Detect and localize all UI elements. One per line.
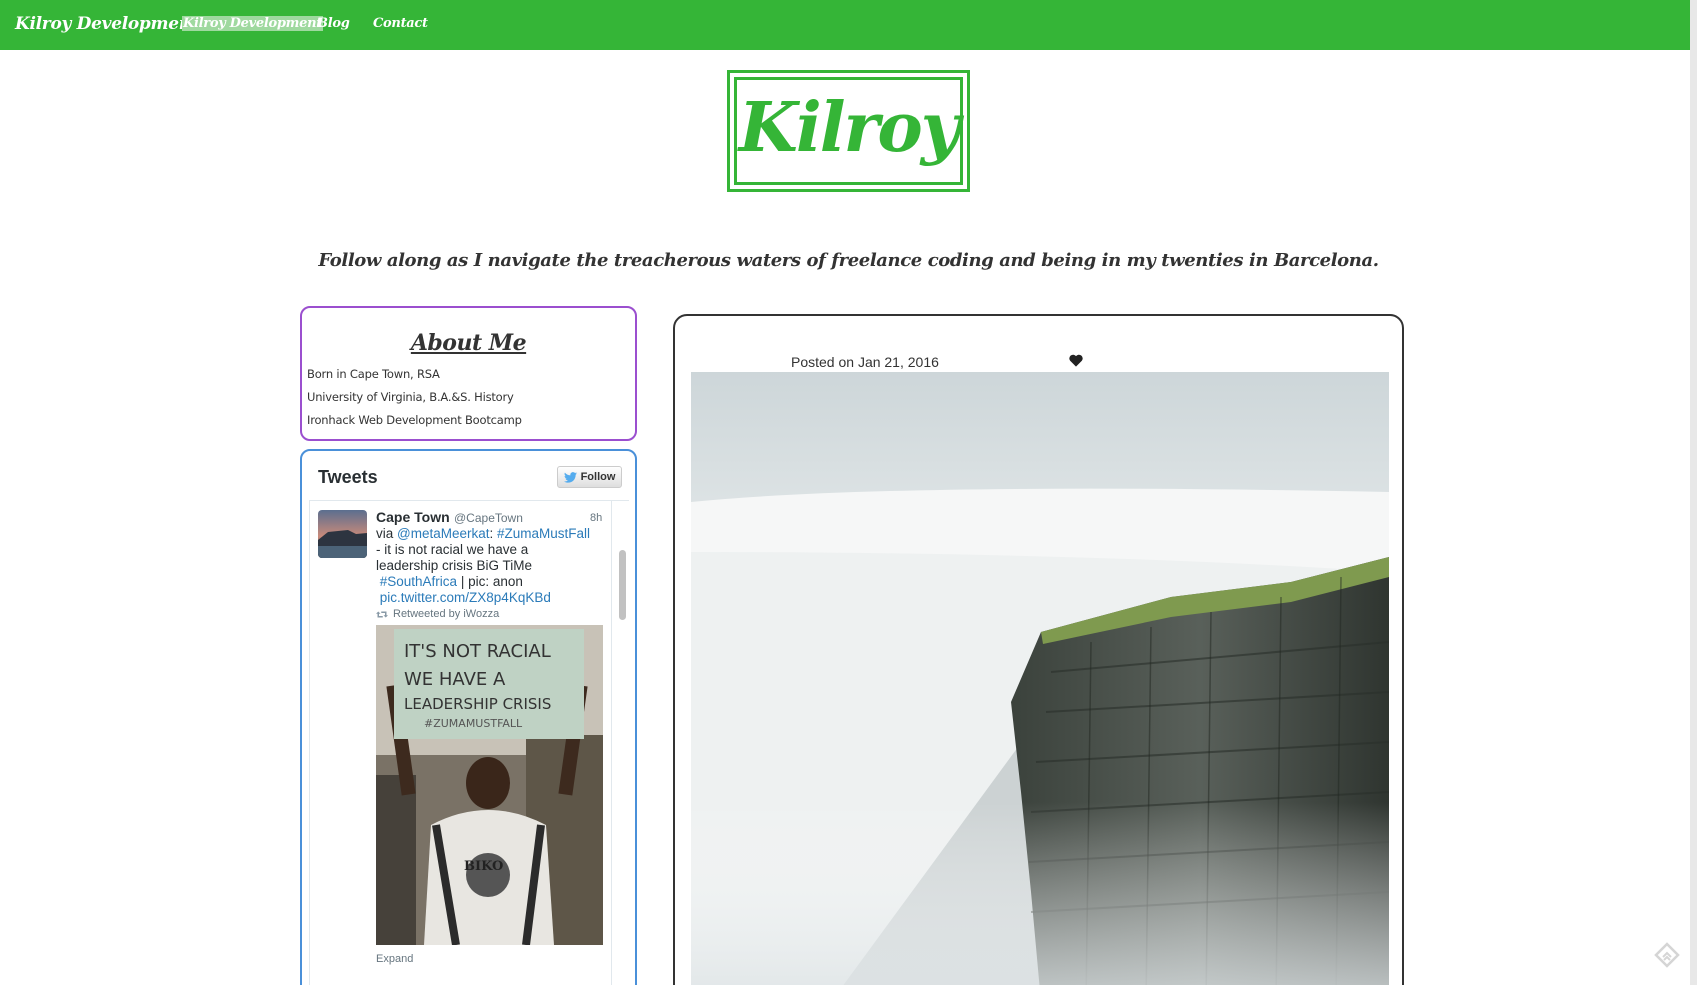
tweets-scroll-thumb[interactable] — [619, 550, 626, 620]
page-scrollbar[interactable] — [1690, 0, 1697, 985]
tweet-author-handle[interactable]: @CapeTown — [454, 511, 523, 525]
post-date: Posted on Jan 21, 2016 — [791, 354, 939, 370]
cliff-above-clouds-image — [691, 372, 1389, 985]
protest-photo-image: IT'S NOT RACIAL WE HAVE A LEADERSHIP CRI… — [376, 625, 603, 945]
follow-label: Follow — [580, 471, 616, 483]
sign-line: IT'S NOT RACIAL — [404, 641, 551, 662]
tweet-author-name[interactable]: Cape Town — [376, 509, 450, 525]
nav-link-blog[interactable]: Blog — [317, 0, 350, 50]
retweet-indicator: Retweeted by iWozza — [376, 608, 499, 620]
about-line-university: University of Virginia, B.A.&S. History — [307, 390, 514, 404]
blog-post-card: Posted on Jan 21, 2016 — [673, 314, 1404, 985]
about-line-birthplace: Born in Cape Town, RSA — [307, 367, 440, 381]
site-logo[interactable]: Kilroy — [727, 70, 970, 192]
expand-tweet-link[interactable]: Expand — [376, 953, 413, 965]
post-image[interactable] — [691, 372, 1389, 985]
about-me-card: About Me Born in Cape Town, RSA Universi… — [300, 306, 637, 441]
tweet-mention-link[interactable]: @metaMeerkat — [397, 526, 489, 541]
nav-link-kilroy-development[interactable]: Kilroy Development — [182, 0, 323, 50]
tweet-text-line: - it is not racial we have a — [376, 542, 529, 557]
tweet-text-line: via @metaMeerkat: #ZumaMustFall — [376, 526, 591, 541]
tweets-scrollbar[interactable] — [617, 500, 627, 985]
tweet-text-line: pic.twitter.com/ZX8p4KqKBd — [376, 590, 606, 605]
tweet-via: via — [376, 526, 398, 541]
twitter-timeline-widget: Tweets Follow Cape Town @CapeTown 8h via… — [300, 449, 637, 985]
tweet-text-line: leadership crisis BiG TiMe — [376, 558, 533, 573]
nav-link-contact[interactable]: Contact — [373, 0, 428, 50]
tweets-header: Tweets — [318, 467, 378, 487]
twitter-bird-icon — [563, 471, 577, 483]
site-tagline: Follow along as I navigate the treachero… — [318, 250, 1379, 271]
feedly-icon[interactable] — [1654, 942, 1680, 968]
tweet-text-line: #SouthAfrica | pic: anon — [376, 574, 606, 589]
navbar-brand[interactable]: Kilroy Development — [15, 0, 199, 50]
tweet-pic-credit: | pic: anon — [457, 574, 523, 589]
retweet-icon — [376, 611, 388, 617]
sign-line: WE HAVE A — [404, 669, 506, 690]
retweeted-by-label: Retweeted by iWozza — [393, 608, 500, 620]
logo-text: Kilroy — [738, 88, 960, 168]
tweet-photo[interactable]: IT'S NOT RACIAL WE HAVE A LEADERSHIP CRI… — [376, 625, 603, 945]
top-navbar: Kilroy Development Kilroy Development Bl… — [0, 0, 1697, 50]
sign-line: LEADERSHIP CRISIS — [404, 695, 551, 713]
tweet-pic-link[interactable]: pic.twitter.com/ZX8p4KqKBd — [380, 590, 551, 605]
tweet-hashtag-link[interactable]: #SouthAfrica — [380, 574, 457, 589]
about-line-bootcamp: Ironhack Web Development Bootcamp — [307, 413, 522, 427]
heart-icon[interactable] — [1069, 354, 1083, 367]
follow-button[interactable]: Follow — [557, 466, 622, 488]
logo-inner-frame: Kilroy — [734, 77, 963, 185]
tweet-hashtag-link[interactable]: #ZumaMustFall — [497, 526, 590, 541]
about-me-title: About Me — [410, 330, 527, 356]
nav-link-label: Kilroy Development — [182, 16, 323, 31]
tweet-avatar[interactable] — [318, 510, 367, 558]
sign-line: #ZUMAMUSTFALL — [424, 717, 523, 730]
avatar-image — [318, 510, 367, 558]
tweet-timestamp[interactable]: 8h — [590, 512, 602, 524]
shirt-text: BIKO — [464, 859, 503, 874]
